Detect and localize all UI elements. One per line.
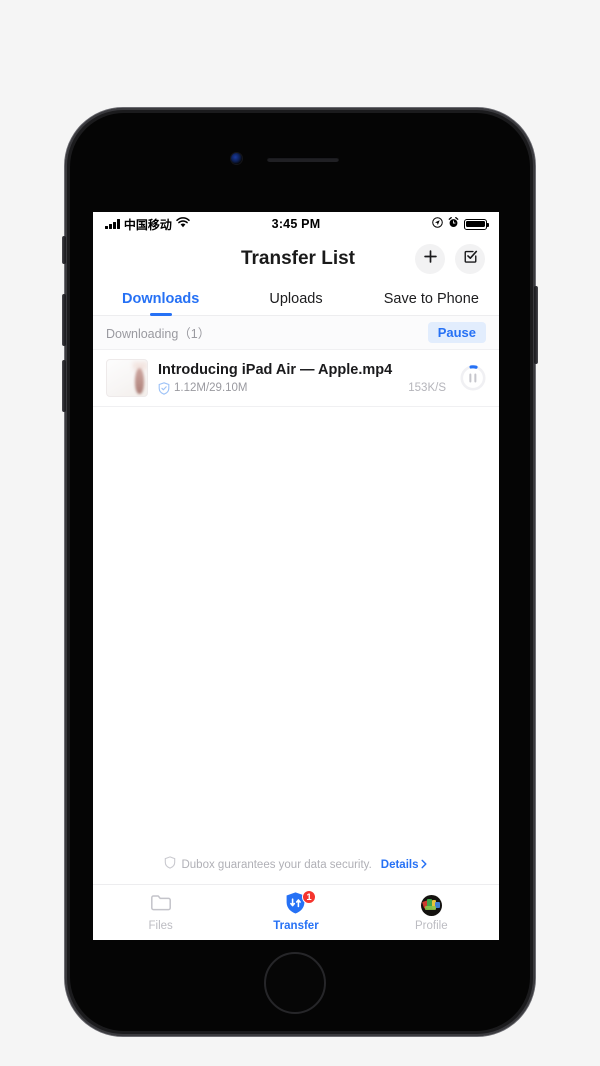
- status-bar: 中国移动 3:45 PM: [93, 212, 499, 236]
- download-info: Introducing iPad Air — Apple.mp4 1.12M/2…: [158, 362, 450, 395]
- security-text: Dubox guarantees your data security.: [181, 859, 372, 871]
- shield-check-icon: [158, 381, 170, 395]
- tab-save-to-phone[interactable]: Save to Phone: [364, 282, 499, 315]
- battery-full-icon: [464, 218, 490, 230]
- pause-all-button[interactable]: Pause: [427, 322, 486, 343]
- phone-screen: 中国移动 3:45 PM Transfer List Downloads Upl…: [93, 212, 499, 940]
- location-arrow-icon: [432, 217, 443, 231]
- front-camera-icon: [231, 153, 242, 164]
- earpiece-speaker: [267, 157, 339, 162]
- file-size-progress: 1.12M/29.10M: [174, 382, 248, 394]
- tabbar-label-profile: Profile: [415, 920, 448, 932]
- profile-icon-wrap: [418, 893, 444, 917]
- tabbar-label-transfer: Transfer: [273, 920, 319, 932]
- download-speed: 153K/S: [408, 382, 446, 394]
- volume-down-button[interactable]: [62, 360, 66, 412]
- pause-icon: [469, 373, 477, 383]
- mute-switch-button[interactable]: [62, 236, 66, 264]
- download-progress-pause-button[interactable]: [460, 365, 486, 391]
- tab-save-to-phone-label: Save to Phone: [383, 290, 479, 307]
- bottom-tab-bar: Files 1 Transfer Profile: [93, 884, 499, 940]
- transfer-tab-row: Downloads Uploads Save to Phone: [93, 282, 499, 316]
- plus-icon: [423, 249, 438, 269]
- security-notice: Dubox guarantees your data security. Det…: [93, 848, 499, 884]
- signal-bars-icon: [105, 219, 120, 229]
- file-name: Introducing iPad Air — Apple.mp4: [158, 361, 393, 378]
- avatar-icon: [420, 894, 442, 916]
- download-list: Introducing iPad Air — Apple.mp4 1.12M/2…: [93, 350, 499, 407]
- tabbar-label-files: Files: [148, 920, 173, 932]
- tab-downloads[interactable]: Downloads: [93, 282, 228, 316]
- status-bar-time: 3:45 PM: [271, 217, 321, 231]
- page-title: Transfer List: [240, 248, 356, 269]
- tabbar-item-transfer[interactable]: 1 Transfer: [228, 885, 363, 940]
- tab-uploads-label: Uploads: [269, 290, 323, 307]
- downloading-section-header: Downloading（1） Pause: [93, 316, 499, 350]
- power-button[interactable]: [534, 286, 538, 364]
- volume-up-button[interactable]: [62, 294, 66, 346]
- tab-uploads[interactable]: Uploads: [228, 282, 363, 315]
- details-label: Details: [380, 859, 419, 871]
- status-bar-left: 中国移动: [105, 216, 272, 233]
- navigation-bar: Transfer List: [93, 236, 499, 282]
- tabbar-item-profile[interactable]: Profile: [364, 885, 499, 940]
- download-meta: 1.12M/29.10M 153K/S: [158, 381, 450, 395]
- transfer-icon-wrap: 1: [283, 890, 316, 917]
- transfer-badge: 1: [301, 890, 316, 904]
- download-list-item[interactable]: Introducing iPad Air — Apple.mp4 1.12M/2…: [93, 350, 499, 407]
- tabbar-item-files[interactable]: Files: [93, 885, 228, 940]
- home-button[interactable]: [264, 952, 326, 1014]
- file-thumbnail: [106, 359, 148, 397]
- empty-list-area: [93, 407, 499, 848]
- alarm-clock-icon: [448, 217, 459, 231]
- wifi-icon: [176, 217, 190, 231]
- nav-actions: [415, 244, 485, 274]
- tab-downloads-label: Downloads: [121, 290, 200, 307]
- security-details-link[interactable]: Details: [381, 859, 428, 872]
- carrier-label: 中国移动: [123, 217, 172, 232]
- files-icon-wrap: [148, 893, 174, 917]
- checkbox-check-icon: [463, 249, 478, 269]
- shield-icon: [164, 856, 176, 874]
- folder-icon: [150, 893, 172, 917]
- phone-frame: 中国移动 3:45 PM Transfer List Downloads Upl…: [62, 108, 538, 1036]
- add-transfer-button[interactable]: [415, 244, 445, 274]
- status-bar-right: [320, 217, 490, 231]
- select-items-button[interactable]: [455, 244, 485, 274]
- chevron-right-icon: [420, 859, 428, 872]
- downloading-count-label: Downloading（1）: [106, 327, 211, 341]
